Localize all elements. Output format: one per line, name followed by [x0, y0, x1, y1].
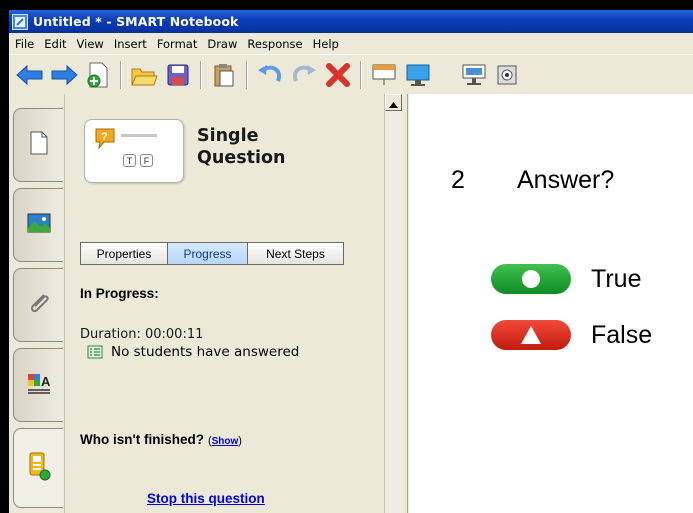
full-screen-icon[interactable]	[401, 58, 435, 92]
toolbar-separator	[200, 60, 202, 89]
open-folder-icon[interactable]	[127, 58, 161, 92]
svg-text:?: ?	[101, 131, 108, 143]
who-isnt-finished: Who isn't finished? (Show)	[80, 432, 242, 447]
answer-false[interactable]: False	[491, 320, 652, 350]
question-type-title-line1: Single	[197, 126, 259, 146]
tab-progress[interactable]: Progress	[168, 242, 248, 265]
question-type-card[interactable]: ? T F	[84, 119, 184, 183]
question-type-title-line2: Question	[197, 148, 286, 168]
who-label: Who isn't finished?	[80, 432, 204, 447]
students-status: No students have answered	[87, 344, 299, 360]
duration-text: Duration: 00:00:11	[80, 327, 204, 342]
window-title: Untitled * - SMART Notebook	[33, 14, 239, 29]
question-text[interactable]: Answer?	[517, 166, 614, 195]
tab-next-steps[interactable]: Next Steps	[248, 242, 344, 265]
tab-page-sorter[interactable]	[13, 108, 63, 182]
response-panel: ? T F Single Question Properties Progres…	[66, 94, 380, 513]
response-icon	[26, 451, 52, 485]
menu-file[interactable]: File	[9, 37, 39, 51]
stop-question-link[interactable]: Stop this question	[147, 491, 265, 506]
panel-tabs: Properties Progress Next Steps	[80, 242, 344, 265]
notebook-page-canvas[interactable]: 2 Answer? True False	[409, 94, 693, 513]
properties-icon: A	[26, 370, 52, 400]
display-icon[interactable]	[457, 58, 491, 92]
redo-icon[interactable]	[287, 58, 321, 92]
menu-insert[interactable]: Insert	[109, 37, 152, 51]
tab-properties-label[interactable]: Properties	[80, 242, 168, 265]
title-bar[interactable]: Untitled * - SMART Notebook	[9, 10, 693, 33]
show-link[interactable]: Show	[212, 436, 239, 447]
toolbar-separator	[360, 60, 362, 89]
paren-close: )	[238, 435, 242, 447]
question-type-title: Single Question	[197, 125, 285, 169]
show-link-wrapper: (Show)	[208, 435, 242, 447]
true-badge: T	[123, 154, 136, 167]
back-arrow-icon[interactable]	[13, 58, 47, 92]
new-page-icon[interactable]	[81, 58, 115, 92]
answer-true-label: True	[591, 264, 642, 293]
panel-scrollbar[interactable]	[384, 94, 402, 513]
tab-response[interactable]	[13, 428, 63, 508]
answer-false-label: False	[591, 320, 653, 349]
menu-help[interactable]: Help	[308, 37, 344, 51]
camera-icon[interactable]	[491, 58, 525, 92]
menu-response[interactable]: Response	[242, 37, 307, 51]
attachments-icon	[26, 290, 52, 320]
question-bubble-icon: ?	[94, 127, 116, 155]
card-line-icon	[121, 134, 157, 137]
scroll-up-button[interactable]	[385, 94, 402, 111]
delete-icon[interactable]	[321, 58, 355, 92]
menu-edit[interactable]: Edit	[39, 37, 71, 51]
tab-properties[interactable]: A	[13, 348, 63, 422]
status-heading: In Progress:	[80, 286, 159, 301]
tab-attachments[interactable]	[13, 268, 63, 342]
toolbar-separator	[246, 60, 248, 89]
toolbar-separator	[120, 60, 122, 89]
scroll-up-arrow-icon	[389, 93, 398, 112]
smart-notebook-window: Untitled * - SMART Notebook File Edit Vi…	[9, 10, 693, 513]
menu-format[interactable]: Format	[152, 37, 203, 51]
true-answer-icon	[491, 264, 571, 294]
side-tab-strip: A	[9, 94, 65, 513]
menu-draw[interactable]: Draw	[202, 37, 242, 51]
tab-gallery[interactable]	[13, 188, 63, 262]
answer-true[interactable]: True	[491, 264, 641, 294]
panel-splitter[interactable]	[402, 94, 408, 513]
gallery-icon	[26, 212, 52, 238]
undo-icon[interactable]	[253, 58, 287, 92]
false-answer-icon	[491, 320, 571, 350]
page-sorter-icon	[28, 130, 50, 160]
students-status-text: No students have answered	[111, 344, 300, 360]
screen-shade-icon[interactable]	[367, 58, 401, 92]
save-icon[interactable]	[161, 58, 195, 92]
question-number: 2	[451, 166, 465, 194]
false-badge: F	[140, 154, 153, 167]
smart-notebook-app-icon[interactable]	[12, 13, 28, 30]
paste-icon[interactable]	[207, 58, 241, 92]
menu-view[interactable]: View	[72, 37, 109, 51]
menu-bar: File Edit View Insert Format Draw Respon…	[9, 33, 693, 54]
svg-text:A: A	[41, 374, 51, 389]
forward-arrow-icon[interactable]	[47, 58, 81, 92]
student-list-icon	[87, 345, 103, 359]
main-toolbar	[9, 54, 693, 94]
